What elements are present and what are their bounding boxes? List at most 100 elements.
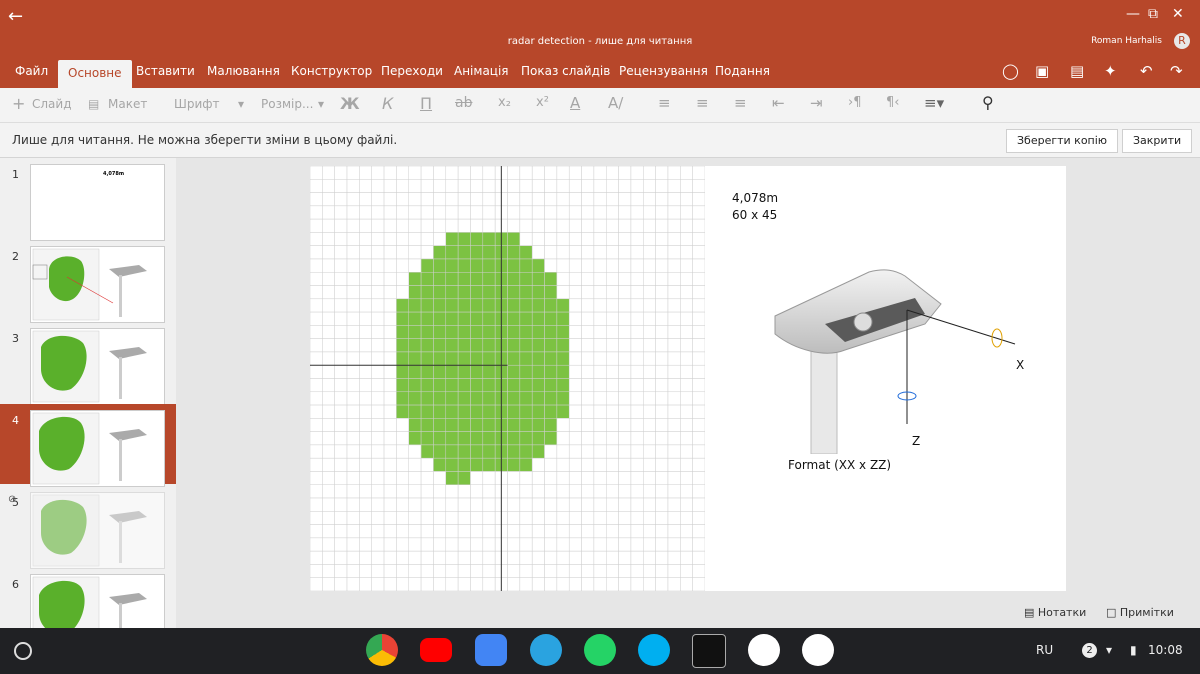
thumbnail-title: 4,078m bbox=[103, 171, 125, 177]
office-icon[interactable] bbox=[802, 634, 834, 666]
tab-slideshow[interactable]: Показ слайдів bbox=[521, 58, 610, 88]
close-window-icon[interactable]: ✕ bbox=[1172, 6, 1184, 22]
format-caption: Format (XX x ZZ) bbox=[788, 458, 892, 472]
youtube-icon[interactable] bbox=[420, 638, 452, 662]
chevron-down-icon[interactable]: ▾ bbox=[238, 97, 244, 111]
layout-icon[interactable]: ▤ bbox=[88, 97, 99, 111]
tab-animations[interactable]: Анімація bbox=[454, 58, 509, 88]
notification-count[interactable]: 2 bbox=[1082, 643, 1097, 658]
clear-format-icon[interactable]: A∕ bbox=[608, 94, 623, 112]
superscript-icon[interactable]: x² bbox=[536, 95, 549, 110]
thumbnail-graphic bbox=[32, 248, 147, 321]
slide-thumbnail[interactable] bbox=[30, 410, 165, 487]
increase-indent-icon[interactable]: ⇥ bbox=[810, 94, 823, 112]
notes-label: Нотатки bbox=[1037, 606, 1087, 619]
italic-icon[interactable]: К bbox=[382, 94, 393, 113]
lightbulb-icon[interactable]: ◯ bbox=[1002, 62, 1019, 80]
detection-grid-graphic bbox=[309, 165, 706, 592]
font-color-icon[interactable]: A bbox=[570, 94, 580, 112]
decrease-indent-icon[interactable]: ⇤ bbox=[772, 94, 785, 112]
back-arrow-icon[interactable]: ← bbox=[8, 6, 23, 27]
search-icon[interactable]: ⚲ bbox=[982, 93, 994, 112]
tab-file[interactable]: Файл bbox=[15, 58, 48, 88]
comments-button[interactable]: □ Примітки bbox=[1106, 606, 1174, 619]
bullets-icon[interactable]: ≡ bbox=[658, 94, 671, 112]
thumbnail-row[interactable]: 3 bbox=[0, 322, 176, 405]
thumbnail-number: 3 bbox=[12, 332, 19, 345]
launcher-icon[interactable] bbox=[14, 642, 32, 660]
plus-icon[interactable]: + bbox=[12, 94, 25, 113]
thumbnail-row[interactable]: 1 4,078m bbox=[0, 158, 176, 241]
comment-icon: □ bbox=[1106, 606, 1117, 619]
slide-canvas[interactable]: 4,078m 60 x 45 X Z Format (XX x ZZ) bbox=[309, 165, 1066, 592]
user-name[interactable]: Roman Harhalis bbox=[1091, 36, 1162, 46]
slide-title: 4,078m 60 x 45 bbox=[732, 190, 778, 224]
ltr-icon[interactable]: ›¶ bbox=[848, 95, 861, 110]
language-indicator[interactable]: RU bbox=[1036, 643, 1053, 657]
layout-button[interactable]: Макет bbox=[108, 97, 147, 111]
avatar[interactable]: R bbox=[1174, 33, 1190, 49]
numbering-icon[interactable]: ≡ bbox=[696, 94, 709, 112]
redo-icon[interactable]: ↷ bbox=[1170, 62, 1183, 80]
z-axis-label: Z bbox=[912, 434, 921, 448]
align-icon[interactable]: ≡▾ bbox=[924, 94, 944, 112]
tab-review[interactable]: Рецензування bbox=[619, 58, 708, 88]
present-icon[interactable]: ▤ bbox=[1070, 62, 1084, 80]
readonly-message: Лише для читання. Не можна зберегти змін… bbox=[12, 133, 398, 147]
slide-thumbnail[interactable] bbox=[30, 492, 165, 569]
underline-icon[interactable]: П bbox=[420, 94, 432, 113]
tab-insert[interactable]: Вставити bbox=[136, 58, 195, 88]
list-style-icon[interactable]: ≡ bbox=[734, 94, 747, 112]
tab-transitions[interactable]: Переходи bbox=[381, 58, 443, 88]
notes-button[interactable]: ▤ Нотатки bbox=[1024, 606, 1086, 619]
tab-home[interactable]: Основне bbox=[58, 60, 132, 88]
subscript-icon[interactable]: x₂ bbox=[498, 95, 511, 110]
thumbnail-number: 1 bbox=[12, 168, 19, 181]
new-slide-button[interactable]: Слайд bbox=[32, 97, 72, 111]
battery-icon: ▮ bbox=[1130, 643, 1137, 657]
ribbon-tabs: Файл Основне Вставити Малювання Конструк… bbox=[0, 58, 1200, 88]
text-editor-icon[interactable] bbox=[692, 634, 726, 668]
bold-icon[interactable]: Ж bbox=[340, 94, 360, 113]
thumbnail-number: 6 bbox=[12, 578, 19, 591]
x-axis-label: X bbox=[1016, 358, 1025, 372]
undo-icon[interactable]: ↶ bbox=[1140, 62, 1153, 80]
tab-draw[interactable]: Малювання bbox=[207, 58, 280, 88]
chrome-icon[interactable] bbox=[366, 634, 398, 666]
gmail-icon[interactable] bbox=[748, 634, 780, 666]
slide-thumbnail[interactable] bbox=[30, 328, 165, 405]
skype-icon[interactable] bbox=[638, 634, 670, 666]
close-button[interactable]: Закрити bbox=[1122, 129, 1193, 153]
rtl-icon[interactable]: ¶‹ bbox=[886, 95, 899, 110]
save-icon[interactable]: ▣ bbox=[1035, 62, 1049, 80]
font-size-dropdown[interactable]: Розмір... bbox=[261, 97, 313, 111]
share-icon[interactable]: ✦ bbox=[1104, 62, 1117, 80]
wifi-icon: ▾ bbox=[1106, 643, 1113, 657]
slide-editor[interactable]: 4,078m 60 x 45 X Z Format (XX x ZZ) bbox=[176, 158, 1200, 628]
thumbnail-graphic bbox=[32, 330, 147, 403]
distance-label: 4,078m bbox=[732, 191, 779, 205]
telegram-icon[interactable] bbox=[530, 634, 562, 666]
slide-thumbnail[interactable]: 4,078m bbox=[30, 164, 165, 241]
slide-thumbnails-panel[interactable]: 1 4,078m 2 3 4 5 ⊘ 6 bbox=[0, 158, 176, 651]
thumbnail-row-selected[interactable]: 4 bbox=[0, 404, 176, 487]
save-copy-button[interactable]: Зберегти копію bbox=[1006, 129, 1119, 153]
comments-label: Примітки bbox=[1119, 606, 1174, 619]
thumbnail-graphic bbox=[32, 494, 147, 567]
files-icon[interactable] bbox=[475, 634, 507, 666]
clock[interactable]: 10:08 bbox=[1148, 643, 1183, 657]
thumbnail-row[interactable]: 2 bbox=[0, 240, 176, 323]
slide-thumbnail[interactable] bbox=[30, 246, 165, 323]
restore-icon[interactable]: ⧉ bbox=[1148, 6, 1158, 22]
chevron-down-icon[interactable]: ▾ bbox=[318, 97, 324, 111]
whatsapp-icon[interactable] bbox=[584, 634, 616, 666]
font-dropdown[interactable]: Шрифт bbox=[174, 97, 220, 111]
title-bar: ← — ⧉ ✕ radar detection - лише для читан… bbox=[0, 0, 1200, 58]
strikethrough-icon[interactable]: ab bbox=[455, 95, 472, 111]
tab-view[interactable]: Подання bbox=[715, 58, 770, 88]
thumbnail-number: 4 bbox=[12, 414, 19, 427]
thumbnail-number: 2 bbox=[12, 250, 19, 263]
thumbnail-row[interactable]: 5 ⊘ bbox=[0, 486, 176, 569]
tab-design[interactable]: Конструктор bbox=[291, 58, 372, 88]
minimize-icon[interactable]: — bbox=[1126, 6, 1140, 22]
